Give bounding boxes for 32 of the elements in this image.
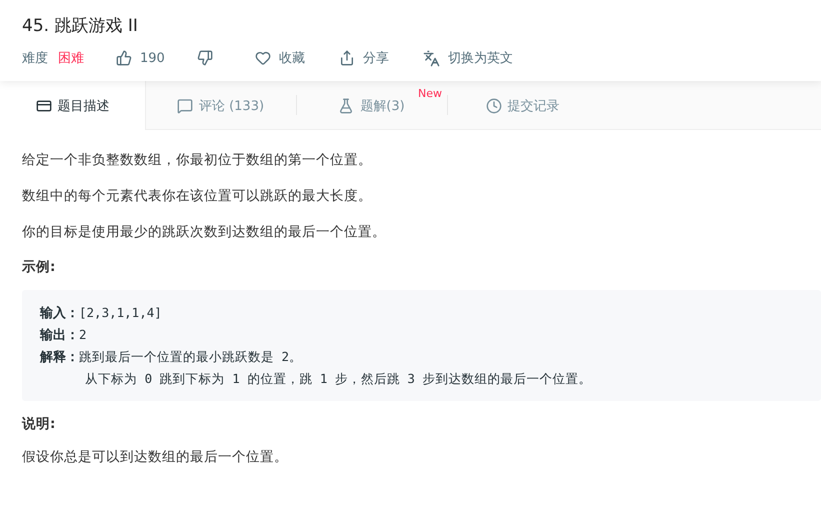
- example-line: 输入：[2,3,1,1,4]: [40, 304, 163, 323]
- heart-icon: [254, 50, 271, 66]
- tab[interactable]: 评论 (133): [146, 81, 296, 130]
- difficulty-label: 难度: [22, 50, 48, 67]
- example-line: 解释：跳到最后一个位置的最小跳跃数是 2。: [40, 348, 304, 367]
- like-button[interactable]: 190: [116, 50, 165, 66]
- problem-title: 45. 跳跃游戏 II: [22, 15, 139, 37]
- translate-button[interactable]: 切换为英文: [422, 49, 513, 67]
- note-heading: 说明:: [22, 415, 56, 433]
- share-icon: [338, 50, 355, 66]
- share-button[interactable]: 分享: [338, 49, 389, 67]
- tab[interactable]: 提交记录: [448, 81, 598, 130]
- example-heading: 示例:: [22, 258, 56, 276]
- example-line: 输出：2: [40, 326, 88, 345]
- favorite-button[interactable]: 收藏: [254, 49, 305, 67]
- clock-icon: [486, 98, 502, 114]
- thumbs-down-icon: [196, 50, 213, 66]
- note-text: 假设你总是可以到达数组的最后一个位置。: [22, 448, 289, 467]
- comment-icon: [176, 98, 193, 114]
- difficulty-value: 困难: [58, 50, 84, 67]
- example-line: 从下标为 0 跳到下标为 1 的位置，跳 1 步，然后跳 3 步到达数组的最后一个位置。: [84, 370, 592, 388]
- card-icon: [36, 98, 52, 114]
- description-text: 给定一个非负整数数组，你最初位于数组的第一个位置。: [22, 151, 373, 170]
- description-text: 数组中的每个元素代表你在该位置可以跳跃的最大长度。: [22, 187, 373, 206]
- tab[interactable]: 题目描述: [0, 81, 146, 130]
- flask-icon: [338, 98, 354, 114]
- new-label: New: [418, 87, 442, 100]
- thumbs-up-icon: [116, 50, 132, 66]
- tab[interactable]: 题解(3) New: [297, 81, 447, 130]
- translate-icon: [422, 50, 440, 66]
- description-text: 你的目标是使用最少的跳跃次数到达数组的最后一个位置。: [22, 223, 387, 242]
- dislike-button[interactable]: [196, 50, 213, 66]
